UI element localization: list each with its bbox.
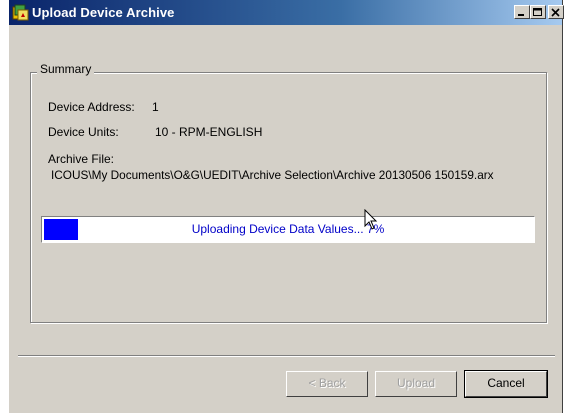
mouse-pointer-icon [364,209,378,230]
minimize-icon [518,14,524,16]
back-button[interactable]: < Back [286,371,368,397]
archive-file-path: ICOUS\My Documents\O&G\UEDIT\Archive Sel… [51,168,494,182]
window-title: Upload Device Archive [32,5,175,20]
archive-file-label: Archive File: [48,152,115,166]
summary-group-label: Summary [37,62,95,76]
close-button[interactable] [548,5,564,19]
progress-status-text: Uploading Device Data Values... 7% [191,222,385,236]
title-bar[interactable]: Upload Device Archive [9,0,564,25]
device-units-label: Device Units: [48,125,119,139]
device-address-label: Device Address: [48,100,135,114]
close-icon [551,8,560,17]
upload-archive-icon [12,4,29,21]
cancel-button[interactable]: Cancel [464,370,548,398]
device-units-value: 10 - RPM-ENGLISH [155,125,263,139]
upload-button[interactable]: Upload [375,371,457,397]
button-separator-highlight [18,356,555,357]
maximize-button[interactable] [530,5,546,19]
upload-progress-bar: Uploading Device Data Values... 7% [41,216,535,243]
device-address-value: 1 [152,100,159,114]
minimize-button[interactable] [514,5,530,19]
maximize-icon [533,8,542,16]
